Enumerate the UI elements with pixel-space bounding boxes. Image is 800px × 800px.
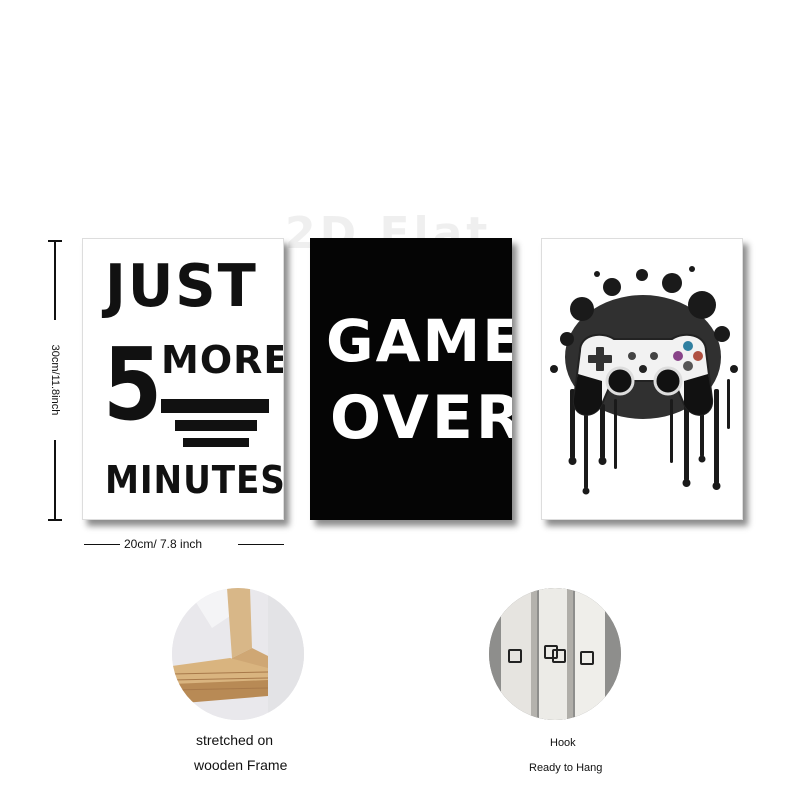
poster-text-more: MORE — [161, 338, 284, 382]
wood-frame-icon — [172, 588, 304, 720]
hook-icon — [489, 588, 621, 720]
hook-photo — [489, 588, 621, 720]
feature-caption-line2: Ready to Hang — [529, 762, 603, 774]
stripe-bar — [175, 420, 257, 431]
poster-text-just: JUST — [105, 252, 258, 321]
poster-text-game: GAME — [326, 307, 512, 375]
height-dimension-tick-top — [48, 240, 62, 242]
poster-text-number: 5 — [103, 326, 163, 443]
wood-frame-photo — [172, 588, 304, 720]
poster-just-5-more-minutes: JUST 5 MORE MINUTES — [82, 238, 284, 520]
feature-caption-line1: Hook — [550, 737, 576, 749]
height-dimension-tick-bottom — [48, 519, 62, 521]
width-dimension-label: 20cm/ 7.8 inch — [124, 537, 203, 551]
feature-caption-line1: stretched on — [196, 732, 274, 748]
poster-controller — [541, 238, 743, 520]
poster-text-minutes: MINUTES — [105, 458, 284, 502]
poster-game-over: GAME OVER — [310, 238, 512, 520]
stripe-bar — [161, 399, 269, 413]
width-dimension-line-right — [238, 544, 284, 545]
feature-caption-line2: wooden Frame — [194, 757, 288, 773]
height-dimension-label: 30cm/11.8inch — [43, 320, 67, 440]
stripe-bar — [183, 438, 249, 447]
game-controller-icon — [550, 266, 738, 495]
poster-text-over: OVER — [330, 383, 512, 453]
width-dimension-line-left — [84, 544, 120, 545]
